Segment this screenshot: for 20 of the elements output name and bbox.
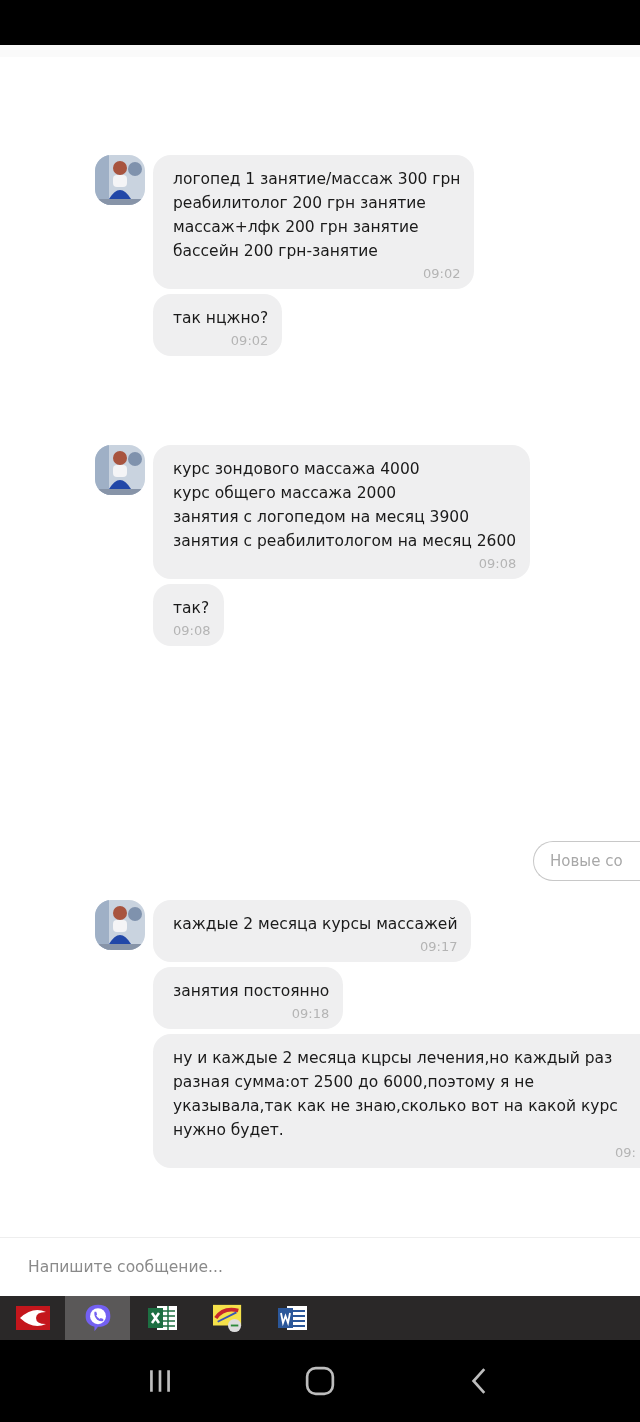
message-time: 09:08 <box>173 622 211 640</box>
message-text: занятия постоянно <box>173 981 330 1002</box>
message-time: 09:02 <box>230 332 269 350</box>
document-icon <box>275 1303 310 1333</box>
message-time: 09: <box>615 1144 636 1162</box>
message-time: 09:17 <box>420 938 458 956</box>
message-text: курс зондового массажа 4000 курс общего массажа 2000 занятия с логопедом на месяц 3900 занятия с реабилитологом на месяц 2600 <box>173 459 517 552</box>
viber-taskbar-button[interactable] <box>65 1296 130 1340</box>
home-icon[interactable] <box>305 1366 335 1396</box>
message-text: так нцжно? <box>173 308 269 329</box>
message-text: ну и каждые 2 месяца кцрсы лечения,но каждый раз разная сумма:от 2500 до 6000,поэтому я не указывала,так как не знаю,сколько вот на какой курс нужно будет. <box>173 1048 619 1141</box>
message-time: 09:18 <box>291 1005 330 1023</box>
message-time: 09:08 <box>478 555 517 573</box>
message-input[interactable]: Напишите сообщение... <box>26 1257 530 1277</box>
eye-icon <box>15 1303 50 1333</box>
message-text: каждые 2 месяца курсы массажей <box>173 914 458 935</box>
message-text: так? <box>173 598 211 619</box>
spreadsheet-icon <box>145 1303 180 1333</box>
message-text: логопед 1 занятие/массаж 300 грн реабилитолог 200 грн занятие массаж+лфк 200 грн занятие бассейн 200 грн-занятие <box>173 169 461 262</box>
message-time: 09:02 <box>422 265 461 283</box>
